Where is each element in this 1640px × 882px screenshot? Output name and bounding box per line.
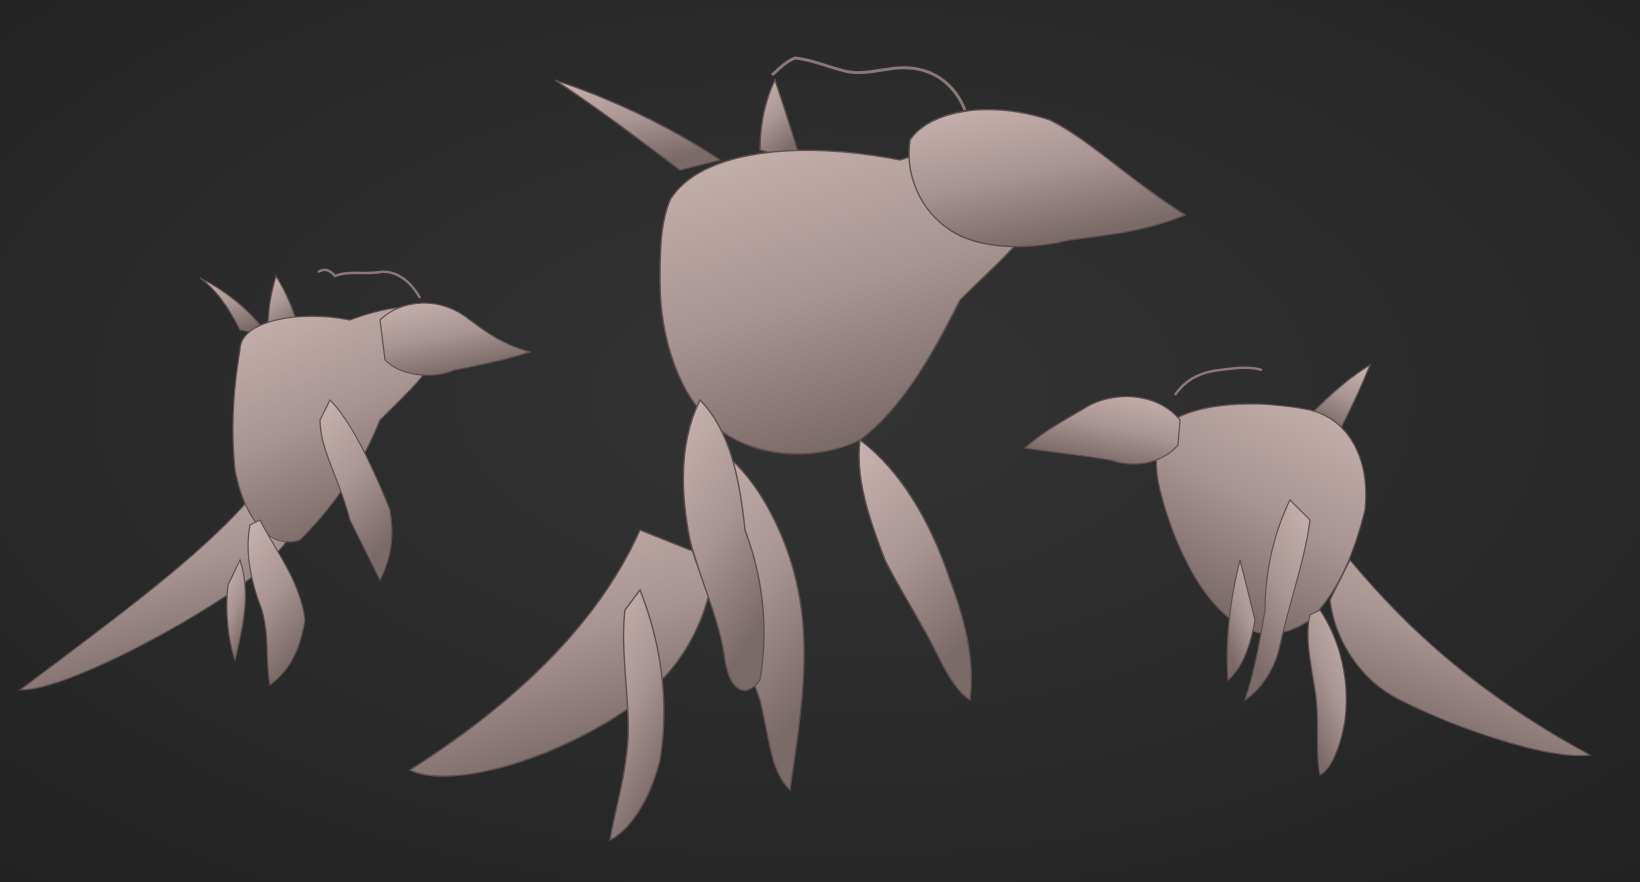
sculpt-viewport[interactable] <box>0 0 1640 882</box>
render-canvas <box>0 0 1640 882</box>
